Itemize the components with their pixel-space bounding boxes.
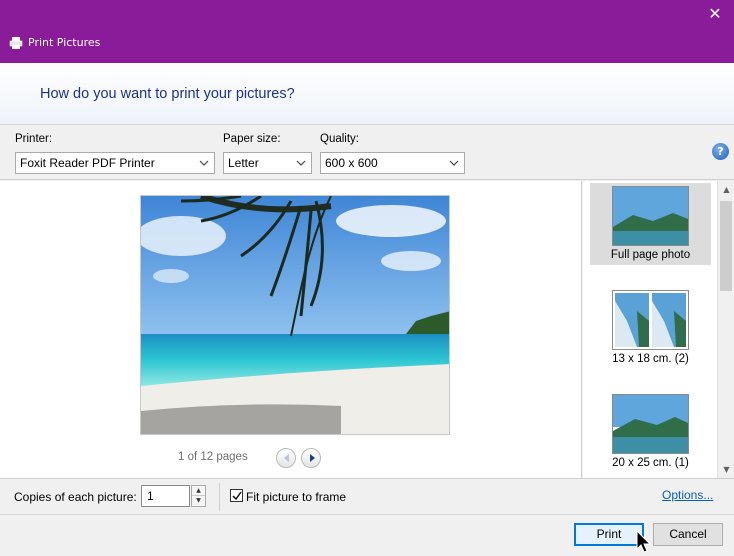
layout-item-13x18[interactable]: 13 x 18 cm. (2) — [590, 287, 711, 371]
paper-size-select[interactable]: Letter — [223, 152, 312, 174]
title-bar: ✕ Print Pictures — [0, 0, 734, 63]
next-page-button[interactable] — [301, 448, 321, 468]
paper-size-value: Letter — [228, 156, 259, 170]
quality-value: 600 x 600 — [325, 156, 378, 170]
beach-photo-image — [141, 196, 449, 434]
print-options-row: Printer: Foxit Reader PDF Printer Paper … — [0, 125, 734, 180]
options-link[interactable]: Options... — [662, 488, 713, 502]
page-title: How do you want to print your pictures? — [40, 86, 295, 102]
layout-thumbnail — [612, 394, 689, 454]
page-count: 1 of 12 pages — [178, 451, 248, 463]
layout-label: 20 x 25 cm. (1) — [612, 457, 689, 469]
chevron-left-icon — [284, 454, 289, 462]
copies-stepper[interactable]: ▲ ▼ — [191, 485, 206, 507]
print-pictures-window: ✕ Print Pictures How do you want to prin… — [0, 0, 734, 556]
scroll-up-arrow[interactable]: ▲ — [718, 181, 734, 198]
help-icon[interactable]: ? — [712, 143, 729, 160]
stepper-up-arrow[interactable]: ▲ — [192, 486, 205, 496]
preview-pane: 1 of 12 pages — [0, 181, 582, 478]
chevron-right-icon — [310, 454, 315, 462]
printer-icon — [9, 37, 23, 49]
layout-scrollbar[interactable]: ▲ ▼ — [717, 181, 734, 478]
stepper-down-arrow[interactable]: ▼ — [192, 496, 205, 506]
chevron-down-icon — [199, 160, 209, 166]
quality-select[interactable]: 600 x 600 — [320, 152, 465, 174]
window-title: Print Pictures — [28, 36, 101, 49]
quality-label: Quality: — [320, 133, 359, 145]
copies-label: Copies of each picture: — [14, 490, 137, 504]
cancel-button[interactable]: Cancel — [653, 523, 723, 546]
copies-input[interactable]: 1 — [141, 485, 190, 507]
divider — [219, 483, 220, 511]
scroll-down-arrow[interactable]: ▼ — [718, 461, 734, 478]
paper-size-label: Paper size: — [223, 133, 281, 145]
scrollbar-thumb[interactable] — [720, 201, 732, 291]
layout-label: Full page photo — [610, 249, 691, 261]
layout-thumbnail — [612, 290, 689, 350]
layout-label: 13 x 18 cm. (2) — [612, 353, 689, 365]
checkmark-icon — [232, 491, 242, 501]
close-button[interactable]: ✕ — [702, 2, 728, 26]
previous-page-button[interactable] — [276, 448, 296, 468]
printer-select-value: Foxit Reader PDF Printer — [20, 156, 155, 170]
layout-thumbnail — [612, 186, 689, 246]
copies-options-bar: Copies of each picture: 1 ▲ ▼ Fit pictur… — [0, 478, 734, 514]
fit-picture-label[interactable]: Fit picture to frame — [246, 490, 346, 504]
printer-select[interactable]: Foxit Reader PDF Printer — [15, 152, 215, 174]
chevron-down-icon — [296, 160, 306, 166]
printer-label: Printer: — [15, 133, 53, 145]
layout-list: Full page photo 13 x 18 cm. (2) 20 x 25 … — [583, 181, 734, 478]
mouse-cursor-icon — [636, 530, 652, 553]
header-band: How do you want to print your pictures? — [0, 63, 734, 125]
fit-picture-checkbox[interactable] — [230, 489, 243, 502]
print-button[interactable]: Print — [574, 523, 644, 546]
layout-item-20x25[interactable]: 20 x 25 cm. (1) — [590, 391, 711, 475]
layout-item-full-page[interactable]: Full page photo — [590, 183, 711, 265]
preview-photo — [140, 195, 450, 435]
button-bar: Print Cancel — [0, 514, 734, 556]
chevron-down-icon — [449, 160, 459, 166]
